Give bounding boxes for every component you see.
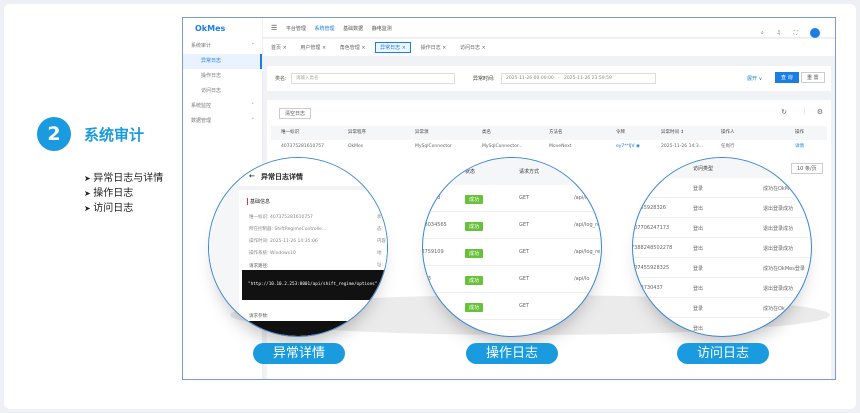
tab-roles[interactable]: 角色管理 × [336, 43, 370, 54]
op-log-row: 成功 GET [423, 293, 601, 320]
query-button[interactable]: 查 询 [775, 72, 799, 83]
feature-item: 操作日志 [84, 186, 163, 201]
detail-fields: 唯一标识: 407375281610757 所在控制器: ShiftRegime… [249, 215, 327, 256]
path-label: 请求路径: [249, 264, 269, 269]
params-label: 请求参数: [249, 314, 269, 319]
sidebar-group-monitor[interactable]: 系统监控 ˅ [183, 99, 262, 114]
class-label: 类名: [275, 76, 287, 82]
nav-basic-data[interactable]: 基础数据 [343, 19, 363, 39]
settings-icon[interactable]: ⚙ [817, 108, 823, 116]
zoom-operation-log: 状态 请求方式 目标 48357253成功GET/api/log_5478034… [422, 157, 602, 337]
nav-esd[interactable]: 静电监测 [372, 19, 392, 39]
top-nav: ☰ 平台管理 系统管理 基础数据 静电监测 ⌕ ♫ ⛶ [263, 18, 835, 40]
nav-system[interactable]: 系统管理 [314, 19, 335, 40]
sidebar-group-audit[interactable]: 系统审计 ˄ [183, 39, 262, 54]
feature-item: 异常日志与详情 [84, 171, 163, 186]
op-log-row: 48357253成功GET/api/log_ [423, 185, 601, 212]
sidebar-group-data[interactable]: 数据管理 ˅ [183, 114, 262, 129]
menu-toggle-icon[interactable]: ☰ [271, 18, 277, 38]
chevron-down-icon: ˅ [251, 118, 255, 124]
access-log-row: 登出 [633, 318, 811, 336]
label-operation-log: 操作日志 [466, 343, 558, 364]
nav-platform[interactable]: 平台管理 [286, 19, 306, 39]
chevron-down-icon: ˅ [251, 103, 255, 109]
class-input[interactable]: 请输入类名 [291, 73, 455, 84]
column-height-icon[interactable]: ⫶ [803, 108, 805, 117]
access-log-row: 7388248502278 登出 退出登录成功 [633, 238, 811, 258]
request-path-code: "http://10.10.2.253:8001/api/shift_regim… [242, 270, 387, 300]
tab-home[interactable]: 首页 × [267, 43, 291, 54]
tab-access-log[interactable]: 访问日志 × [456, 43, 490, 54]
section-number: 2 [37, 117, 71, 151]
sidebar-item-operation-log[interactable]: 操作日志 [183, 69, 262, 84]
access-log-row: 502277 登录 成功在Ok [633, 298, 811, 318]
feature-item: 访问日志 [84, 201, 163, 216]
op-header: 状态 请求方式 目标 [423, 158, 601, 185]
tab-exception-log[interactable]: 异常日志 × [375, 42, 411, 53]
section-basic-info: 基础信息 [247, 198, 270, 205]
label-exception-detail: 异常详情 [253, 343, 345, 364]
access-log-row: 407455928325 登录 成功在OkMes登录 [633, 258, 811, 278]
access-log-row: 477957 登录 成功在OkM [633, 178, 811, 198]
detail-title: 异常日志详情 [261, 173, 303, 181]
zoom-exception-detail: ← 异常日志详情 基础信息 唯一标识: 407375281610757 所在控制… [208, 157, 388, 337]
zoom-access-log: 访问类型 477957 登录 成功在OkM 07455928326 登出 退出登录成功 40… [632, 157, 812, 337]
sidebar-item-access-log[interactable]: 访问日志 [183, 84, 262, 99]
search-panel: 类名: 请输入类名 异常时间: 2025-11-26 00:00:00 - 20… [267, 66, 831, 91]
acc-header: 访问类型 [633, 158, 811, 178]
op-log-row: 5478034565成功GET/api/log_re [423, 212, 601, 239]
date-range-input[interactable]: 2025-11-26 00:00:00 - 2025-11-26 23:59:5… [501, 73, 656, 84]
clear-log-button[interactable]: 清空日志 [279, 108, 312, 119]
avatar[interactable] [810, 27, 820, 38]
reset-button[interactable]: 重 置 [801, 72, 825, 83]
feature-list: 异常日志与详情 操作日志 访问日志 [84, 171, 163, 216]
label-access-log: 访问日志 [677, 343, 769, 364]
table-header: 唯一标识 异常程序 异常源 类名 方法名 令牌 异常时间 ↕ 操作人 操作 [271, 126, 827, 140]
access-log-row: 7443730437 登出 退出登录成功 [633, 278, 811, 298]
time-label: 异常时间: [473, 76, 495, 82]
access-log-row: 07455928326 登出 退出登录成功 [633, 198, 811, 218]
section-title: 系统审计 [84, 126, 145, 144]
refresh-icon[interactable]: ↻ [781, 108, 787, 116]
tab-bar: 首页 × 用户管理 × 角色管理 × 异常日志 × 操作日志 × 访问日志 × [263, 39, 835, 56]
tab-operation-log[interactable]: 操作日志 × [417, 43, 451, 54]
tab-users[interactable]: 用户管理 × [296, 43, 330, 54]
sidebar-item-exception-log[interactable]: 异常日志 [183, 54, 262, 69]
op-log-row: 253759109成功GET/api/log_re [423, 239, 601, 266]
table-row: 407375281610757 OkMes MySqlConnector MySqlC… [271, 140, 827, 154]
chevron-up-icon: ˄ [251, 43, 255, 49]
back-arrow-icon[interactable]: ← [249, 172, 255, 180]
access-log-row: 407706247173 登出 退出登录成功 [633, 218, 811, 238]
op-log-row: 88773成功GET/api/lo [423, 266, 601, 293]
logo: OkMes [195, 24, 226, 33]
expand-link[interactable]: 展开 ∨ [747, 75, 762, 82]
detail-link[interactable]: 详情 [795, 140, 804, 154]
